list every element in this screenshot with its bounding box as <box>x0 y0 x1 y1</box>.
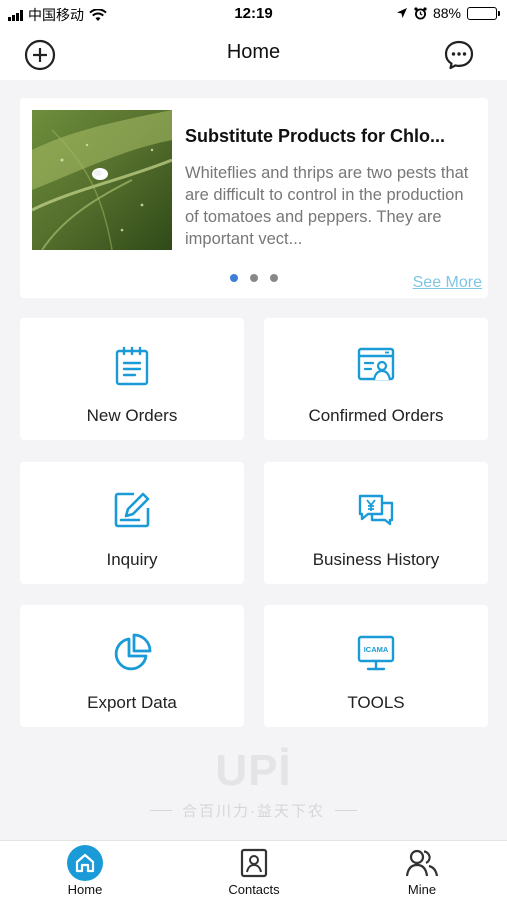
leaf-photo <box>32 110 172 250</box>
brand-logo: UPİ <box>215 746 292 795</box>
new-orders-card[interactable]: New Orders <box>20 318 244 440</box>
news-banner[interactable]: Substitute Products for Chlo... Whitefli… <box>20 98 488 298</box>
carousel-dots <box>230 274 278 282</box>
tab-bar: Home Contacts Mine <box>0 840 507 900</box>
business-history-label: Business History <box>312 550 440 569</box>
divider <box>150 810 172 811</box>
banner-title[interactable]: Substitute Products for Chlo... <box>185 126 475 147</box>
divider <box>335 810 357 811</box>
inquiry-label: Inquiry <box>106 550 158 569</box>
see-more-link[interactable]: See More <box>413 274 482 292</box>
new-orders-label: New Orders <box>86 406 178 425</box>
status-bar: 中国移动 12:19 88% <box>0 0 507 28</box>
tab-mine-label: Mine <box>407 882 437 897</box>
inquiry-card[interactable]: Inquiry <box>20 462 244 584</box>
tab-home-label: Home <box>67 882 103 897</box>
brand-slogan-row: 合百川力·益天下农 <box>0 800 507 821</box>
monitor-text: ICAMA <box>364 645 389 654</box>
carousel-dot-active[interactable] <box>230 274 238 282</box>
banner-image[interactable] <box>32 110 172 250</box>
pie-chart-icon <box>114 633 152 671</box>
location-arrow-icon <box>396 8 407 18</box>
alarm-clock-icon <box>414 6 427 19</box>
export-data-card[interactable]: Export Data <box>20 605 244 727</box>
messages-button[interactable] <box>441 37 477 73</box>
confirmed-orders-card[interactable]: Confirmed Orders <box>264 318 488 440</box>
battery-icon <box>467 6 500 20</box>
brand-watermark: UPİ 合百川力·益天下农 <box>0 748 507 821</box>
business-history-card[interactable]: Business History <box>264 462 488 584</box>
status-right: 88% <box>396 5 500 21</box>
browser-user-icon <box>357 347 395 381</box>
carousel-dot[interactable] <box>250 274 258 282</box>
brand-slogan: 合百川力·益天下农 <box>182 803 325 820</box>
tools-label: TOOLS <box>347 693 405 712</box>
users-icon <box>405 849 439 877</box>
tab-mine[interactable]: Mine <box>362 841 482 900</box>
tab-home[interactable]: Home <box>25 841 145 900</box>
chat-bubble-icon <box>444 40 474 70</box>
confirmed-orders-label: Confirmed Orders <box>308 406 444 425</box>
icama-monitor-icon: ICAMA <box>357 635 395 671</box>
home-icon <box>67 845 103 881</box>
tools-card[interactable]: ICAMA TOOLS <box>264 605 488 727</box>
page-title: Home <box>226 41 281 63</box>
tab-contacts[interactable]: Contacts <box>194 841 314 900</box>
banner-description: Whiteflies and thrips are two pests that… <box>185 164 469 248</box>
carousel-dot[interactable] <box>270 274 278 282</box>
tab-contacts-label: Contacts <box>228 882 280 897</box>
yen-chat-icon <box>358 494 394 526</box>
contacts-icon <box>240 848 268 878</box>
clipboard-list-icon <box>115 346 149 386</box>
export-data-label: Export Data <box>87 693 177 712</box>
battery-percent: 88% <box>432 5 461 21</box>
nav-bar: Home <box>0 28 507 80</box>
edit-pencil-icon <box>114 492 150 528</box>
